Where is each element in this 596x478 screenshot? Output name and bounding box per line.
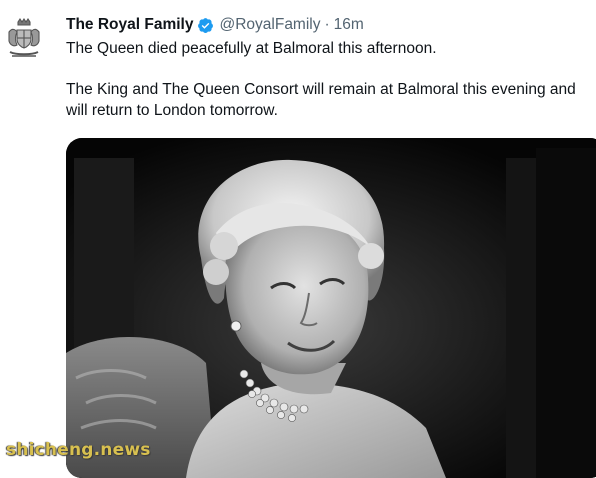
tweet-header: The Royal Family @RoyalFamily · 16m — [66, 14, 364, 36]
author-handle[interactable]: @RoyalFamily — [219, 16, 320, 34]
portrait-photo — [66, 138, 596, 478]
tweet-media-photo[interactable] — [66, 138, 596, 478]
verified-badge-icon — [198, 17, 214, 33]
author-name[interactable]: The Royal Family — [66, 16, 193, 34]
tweet-text-line-2: The King and The Queen Consort will rema… — [66, 81, 576, 119]
tweet[interactable]: The Royal Family @RoyalFamily · 16m The … — [0, 0, 596, 478]
watermark-text: shicheng.news — [6, 440, 151, 460]
tweet-timestamp[interactable]: 16m — [334, 16, 364, 34]
avatar[interactable] — [4, 16, 44, 60]
tweet-text: The Queen died peacefully at Balmoral th… — [66, 38, 586, 121]
royal-coat-of-arms-icon — [8, 18, 40, 57]
tweet-text-line-1: The Queen died peacefully at Balmoral th… — [66, 40, 437, 57]
header-separator: · — [324, 16, 330, 33]
